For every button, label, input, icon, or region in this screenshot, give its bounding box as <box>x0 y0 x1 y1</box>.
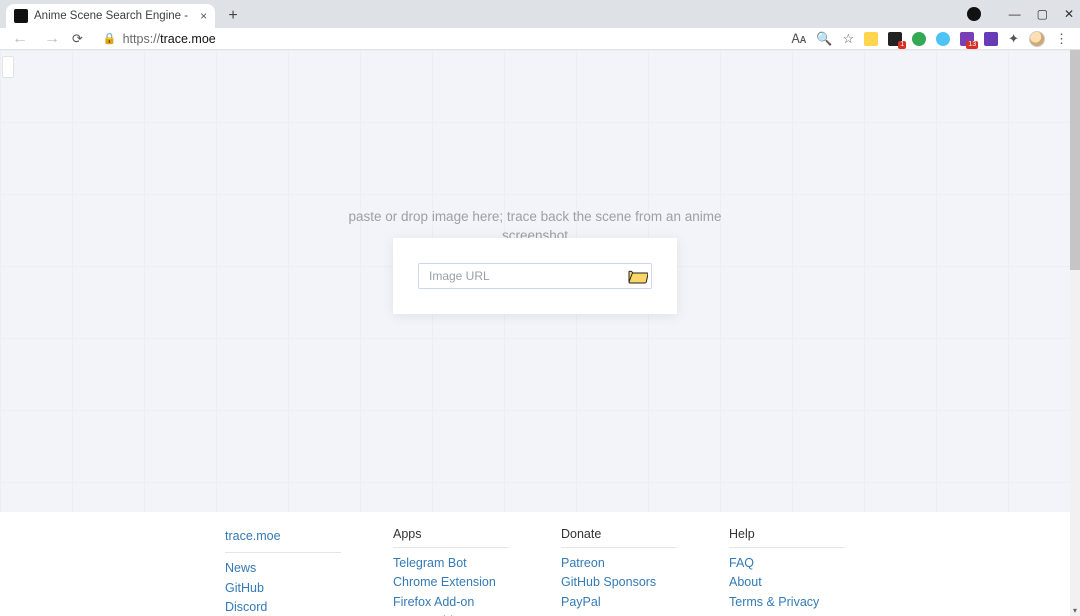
footer-link[interactable]: Telegram Bot <box>393 554 509 573</box>
footer-link[interactable]: GitHub <box>225 579 341 598</box>
url-scheme: https:// <box>123 32 161 46</box>
tab-favicon <box>14 9 28 23</box>
footer-link[interactable]: Opera Add-on <box>393 612 509 616</box>
extension-icon[interactable] <box>936 32 950 46</box>
account-indicator-icon[interactable] <box>967 7 981 21</box>
kebab-menu-icon[interactable]: ⋮ <box>1055 31 1068 47</box>
extension-icon[interactable] <box>984 32 998 46</box>
new-tab-button[interactable]: + <box>221 4 245 28</box>
footer-column: Donate PatreonGitHub SponsorsPayPal <box>561 527 677 616</box>
footer-link[interactable]: FAQ <box>729 554 845 573</box>
image-url-field <box>418 263 652 289</box>
footer-link[interactable]: About <box>729 573 845 592</box>
browser-toolbar: ← → ⟳ 🔒 https://trace.moe 🗛 🔍 ☆ ✦ ⋮ <box>0 28 1080 50</box>
window-maximize-icon[interactable]: ▢ <box>1037 7 1048 21</box>
footer-link[interactable]: Firefox Add-on <box>393 593 509 612</box>
extension-icon[interactable] <box>888 32 902 46</box>
extension-icon[interactable] <box>912 32 926 46</box>
address-bar[interactable]: 🔒 https://trace.moe <box>91 32 784 46</box>
tab-close-icon[interactable]: × <box>200 9 207 23</box>
zoom-icon[interactable]: 🔍 <box>816 31 832 47</box>
scrollbar-thumb[interactable] <box>1070 50 1080 270</box>
footer-link[interactable]: GitHub Sponsors <box>561 573 677 592</box>
browser-tab[interactable]: Anime Scene Search Engine - × <box>6 4 215 28</box>
window-close-icon[interactable]: ✕ <box>1064 7 1074 21</box>
folder-icon <box>628 269 648 284</box>
footer-link[interactable]: Patreon <box>561 554 677 573</box>
nav-forward-icon[interactable]: → <box>40 30 64 48</box>
bookmark-star-icon[interactable]: ☆ <box>842 31 854 47</box>
window-controls: — ▢ ✕ <box>967 0 1080 28</box>
toolbar-icons: 🗛 🔍 ☆ ✦ ⋮ <box>792 31 1072 47</box>
footer-column: trace.moeNewsGitHubDiscordTelegramAPI Do… <box>225 527 341 616</box>
profile-avatar-icon[interactable] <box>1029 31 1045 47</box>
side-handle[interactable] <box>2 56 14 78</box>
extension-icon[interactable] <box>960 32 974 46</box>
extension-icon[interactable] <box>864 32 878 46</box>
footer-heading: Donate <box>561 527 677 548</box>
footer-column: Apps Telegram BotChrome ExtensionFirefox … <box>393 527 509 616</box>
open-file-button[interactable] <box>625 264 651 288</box>
footer-link[interactable]: Chrome Extension <box>393 573 509 592</box>
footer-link[interactable]: Contact <box>729 612 845 616</box>
url-host: trace.moe <box>160 32 216 46</box>
footer-link[interactable]: Discord <box>225 598 341 616</box>
footer-heading-link[interactable]: trace.moe <box>225 527 341 546</box>
footer-column: HelpFAQAboutTerms & PrivacyContactSystem… <box>729 527 845 616</box>
footer-heading: trace.moe <box>225 527 341 553</box>
translate-icon[interactable]: 🗛 <box>792 31 807 47</box>
page-footer: trace.moeNewsGitHubDiscordTelegramAPI Do… <box>0 512 1070 616</box>
extensions-puzzle-icon[interactable]: ✦ <box>1008 31 1019 47</box>
footer-heading: Apps <box>393 527 509 548</box>
footer-link[interactable]: PayPal <box>561 593 677 612</box>
footer-heading: Help <box>729 527 845 548</box>
tab-title: Anime Scene Search Engine - <box>34 10 188 22</box>
footer-link[interactable]: News <box>225 559 341 578</box>
lock-icon: 🔒 <box>103 32 117 45</box>
page-body: paste or drop image here; trace back the… <box>0 50 1070 616</box>
scrollbar-down-icon[interactable]: ▾ <box>1070 604 1080 616</box>
nav-back-icon[interactable]: ← <box>8 30 32 48</box>
search-card <box>393 238 677 314</box>
image-url-input[interactable] <box>419 269 625 283</box>
window-minimize-icon[interactable]: — <box>1009 7 1021 21</box>
footer-link[interactable]: Terms & Privacy <box>729 593 845 612</box>
nav-reload-icon[interactable]: ⟳ <box>72 31 83 47</box>
window-titlebar: Anime Scene Search Engine - × + — ▢ ✕ <box>0 0 1080 28</box>
page-viewport: paste or drop image here; trace back the… <box>0 50 1080 616</box>
